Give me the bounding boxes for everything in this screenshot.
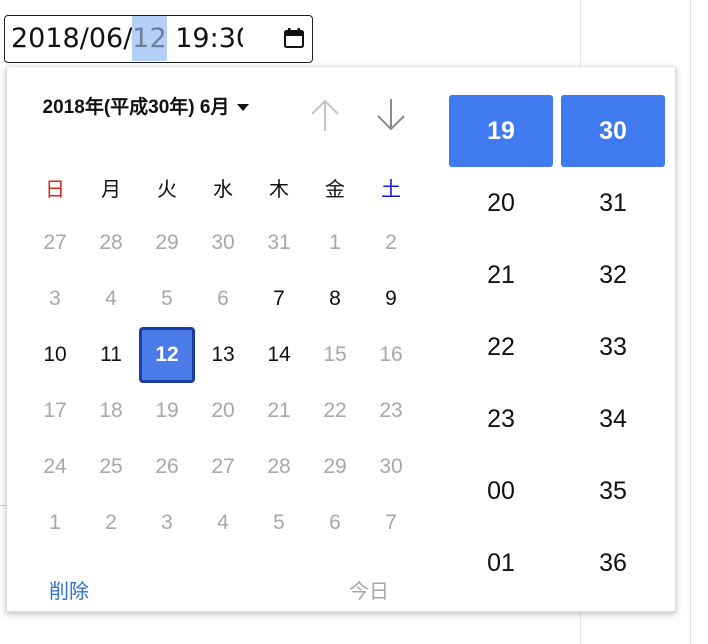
- day-cell[interactable]: 11: [83, 327, 139, 383]
- day-cell[interactable]: 4: [195, 495, 251, 551]
- minute-option[interactable]: 34: [561, 383, 665, 455]
- hour-option[interactable]: 21: [449, 239, 553, 311]
- day-cell[interactable]: 26: [139, 439, 195, 495]
- arrow-down-icon[interactable]: [373, 95, 409, 135]
- day-cell[interactable]: 6: [307, 495, 363, 551]
- day-cell[interactable]: 3: [139, 495, 195, 551]
- weekday-header: 日 月 火 水 木 金 土: [27, 159, 419, 215]
- day-cell[interactable]: 21: [251, 383, 307, 439]
- calendar-week: 1234567: [27, 495, 419, 551]
- selected-day-cell[interactable]: 12: [139, 327, 195, 383]
- hour-option[interactable]: 20: [449, 167, 553, 239]
- day-cell[interactable]: 4: [83, 271, 139, 327]
- calendar-week: 24 25 26 27 28 29 30: [27, 439, 419, 495]
- day-cell[interactable]: 29: [139, 215, 195, 271]
- day-cell[interactable]: 30: [195, 215, 251, 271]
- day-cell[interactable]: 10: [27, 327, 83, 383]
- day-cell[interactable]: 6: [195, 271, 251, 327]
- hour-option[interactable]: 23: [449, 383, 553, 455]
- weekday-tue: 火: [157, 178, 177, 201]
- day-cell[interactable]: 15: [307, 327, 363, 383]
- day-cell[interactable]: 7: [251, 271, 307, 327]
- day-cell[interactable]: 23: [363, 383, 419, 439]
- clear-button[interactable]: 削除: [49, 575, 89, 604]
- day-cell[interactable]: 5: [251, 495, 307, 551]
- calendar-week: 27 28 29 30 31 1 2: [27, 215, 419, 271]
- day-cell[interactable]: 27: [27, 215, 83, 271]
- weekday-fri: 金: [325, 178, 345, 201]
- day-cell[interactable]: 31: [251, 215, 307, 271]
- weekday-wed: 水: [213, 178, 233, 201]
- hour-option[interactable]: 01: [449, 527, 553, 599]
- day-cell[interactable]: 5: [139, 271, 195, 327]
- day-cell[interactable]: 29: [307, 439, 363, 495]
- weekday-mon: 月: [101, 178, 121, 201]
- datetime-input[interactable]: 2018/06/12 19:30: [4, 15, 313, 63]
- minute-option[interactable]: 36: [561, 527, 665, 599]
- day-cell[interactable]: 16: [363, 327, 419, 383]
- day-cell[interactable]: 9: [363, 271, 419, 327]
- arrow-up-icon[interactable]: [307, 95, 343, 135]
- year-segment[interactable]: 2018: [11, 16, 80, 61]
- day-cell[interactable]: 2: [83, 495, 139, 551]
- minute-option[interactable]: 31: [561, 167, 665, 239]
- date-separator: /: [79, 23, 89, 54]
- weekday-sun: 日: [45, 178, 65, 201]
- weekday-sat: 土: [381, 178, 401, 201]
- calendar-weeks: 27 28 29 30 31 1 2 3 4 5 6 7 8 9 10 11 12 13 14 15 16 17 18 19 2…: [27, 215, 419, 551]
- day-cell[interactable]: 17: [27, 383, 83, 439]
- time-segment[interactable]: 19:30: [175, 16, 243, 61]
- day-cell[interactable]: 30: [363, 439, 419, 495]
- selected-hour-option[interactable]: 19: [449, 95, 553, 167]
- selected-minute-option[interactable]: 30: [561, 95, 665, 167]
- day-cell[interactable]: 14: [251, 327, 307, 383]
- day-cell[interactable]: 8: [307, 271, 363, 327]
- day-cell[interactable]: 28: [251, 439, 307, 495]
- day-cell[interactable]: 2: [363, 215, 419, 271]
- minute-option[interactable]: 32: [561, 239, 665, 311]
- day-cell[interactable]: 19: [139, 383, 195, 439]
- date-separator: /: [123, 23, 133, 54]
- calendar-week: 3456789: [27, 271, 419, 327]
- minute-option[interactable]: 33: [561, 311, 665, 383]
- day-cell[interactable]: 18: [83, 383, 139, 439]
- caret-down-icon: [237, 104, 250, 112]
- hour-option[interactable]: 00: [449, 455, 553, 527]
- hour-option[interactable]: 22: [449, 311, 553, 383]
- day-cell[interactable]: 7: [363, 495, 419, 551]
- day-cell[interactable]: 22: [307, 383, 363, 439]
- month-year-selector[interactable]: 2018年(平成30年) 6月: [35, 91, 257, 125]
- hour-column: 19 20 21 22 23 00 01: [449, 95, 553, 599]
- day-cell[interactable]: 1: [307, 215, 363, 271]
- day-cell[interactable]: 1: [27, 495, 83, 551]
- datetime-picker-popup: 2018年(平成30年) 6月 日 月 火 水 木 金 土 27 28 29 30 31…: [6, 66, 676, 612]
- day-cell[interactable]: 25: [83, 439, 139, 495]
- today-button[interactable]: 今日: [349, 575, 389, 604]
- calendar-grid: 日 月 火 水 木 金 土 27 28 29 30 31 1 2 3 4 5 6 7 8 9 10 11 12 1…: [27, 159, 419, 551]
- calendar-week: 17 18 19 20 21 22 23: [27, 383, 419, 439]
- month-year-label: 2018年(平成30年) 6月: [42, 97, 230, 118]
- day-cell[interactable]: 20: [195, 383, 251, 439]
- month-segment[interactable]: 06: [89, 16, 123, 61]
- day-segment[interactable]: 12: [132, 16, 167, 61]
- day-cell[interactable]: 13: [195, 327, 251, 383]
- calendar-icon[interactable]: [282, 26, 306, 50]
- day-cell[interactable]: 27: [195, 439, 251, 495]
- day-cell[interactable]: 3: [27, 271, 83, 327]
- day-cell[interactable]: 24: [27, 439, 83, 495]
- page-divider: [690, 0, 691, 644]
- weekday-thu: 木: [269, 178, 289, 201]
- calendar-week: 10 11 12 13 14 15 16: [27, 327, 419, 383]
- minute-option[interactable]: 35: [561, 455, 665, 527]
- day-cell[interactable]: 28: [83, 215, 139, 271]
- minute-column: 30 31 32 33 34 35 36: [561, 95, 665, 599]
